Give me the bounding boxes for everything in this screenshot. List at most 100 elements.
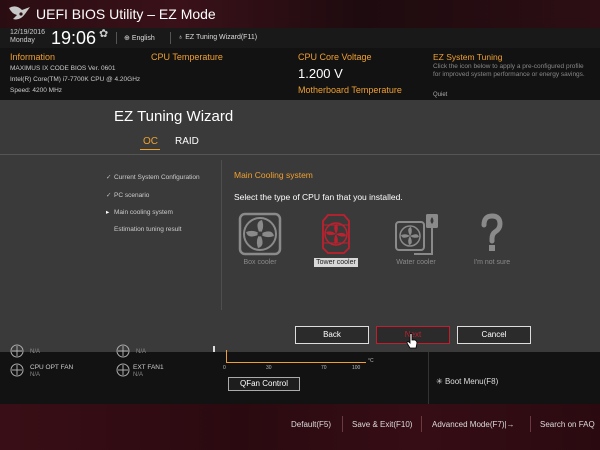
water-cooler-icon bbox=[395, 214, 438, 255]
sparkle-icon: ✳ bbox=[436, 377, 443, 386]
ext-fan1: EXT FAN1 N/A bbox=[133, 364, 164, 378]
information-text: MAXIMUS IX CODE BIOS Ver. 0601 Intel(R) … bbox=[10, 63, 140, 96]
option-label: Tower cooler bbox=[300, 258, 372, 267]
na-text: N/A bbox=[136, 349, 147, 355]
na-text: N/A bbox=[30, 372, 41, 378]
tab-oc-underline bbox=[140, 149, 160, 150]
ez-system-tuning-title: EZ System Tuning bbox=[433, 52, 503, 62]
fan-icon bbox=[10, 363, 24, 377]
step-main-cooling-system: ▸ Main cooling system bbox=[106, 208, 173, 216]
option-text: Box cooler bbox=[243, 259, 277, 266]
date-text: 12/19/2016 bbox=[10, 29, 46, 36]
fan-icon bbox=[116, 363, 130, 377]
axis-tick: 100 bbox=[352, 365, 361, 371]
default-button[interactable]: Default(F5) bbox=[291, 420, 331, 429]
speed-line: Speed: 4200 MHz bbox=[10, 87, 63, 94]
box-cooler-icon bbox=[238, 212, 282, 256]
tab-raid[interactable]: RAID bbox=[175, 136, 199, 147]
fan-status-top-2: N/A bbox=[114, 348, 146, 355]
cpu-temp-title: CPU Temperature bbox=[151, 52, 223, 62]
ext-fan1-label: EXT FAN1 bbox=[133, 364, 164, 371]
tower-cooler-icon bbox=[322, 214, 350, 254]
section-title: Main Cooling system bbox=[234, 170, 313, 180]
fan-graph-marker bbox=[213, 346, 215, 352]
ez-tuning-wizard-button[interactable]: ♁ EZ Tuning Wizard(F11) bbox=[178, 34, 257, 41]
rog-logo-icon bbox=[9, 6, 30, 20]
step-label: Estimation tuning result bbox=[114, 226, 182, 233]
cancel-button[interactable]: Cancel bbox=[457, 326, 531, 344]
app-title: UEFI BIOS Utility – EZ Mode bbox=[36, 6, 216, 22]
day-text: Monday bbox=[10, 37, 35, 44]
step-label: PC scenario bbox=[114, 192, 150, 199]
option-water-cooler[interactable]: Water cooler bbox=[390, 212, 442, 270]
panel-divider bbox=[428, 352, 429, 404]
mb-temp-title: Motherboard Temperature bbox=[298, 85, 402, 95]
qfan-control-button[interactable]: QFan Control bbox=[228, 377, 300, 391]
cpu-voltage-title: CPU Core Voltage bbox=[298, 52, 372, 62]
axis-tick: 0 bbox=[223, 365, 226, 371]
fan-panel: N/A N/A CPU OPT FAN N/A EXT FAN1 N/A 0 3… bbox=[0, 344, 600, 404]
footer-divider bbox=[530, 416, 531, 432]
na-text: N/A bbox=[133, 372, 144, 378]
option-text: Tower cooler bbox=[314, 258, 358, 267]
option-tower-cooler[interactable]: Tower cooler bbox=[310, 212, 362, 270]
board-line: MAXIMUS IX CODE BIOS Ver. 0601 bbox=[10, 65, 116, 72]
question-icon bbox=[481, 213, 503, 251]
fan-graph-axis-y bbox=[226, 350, 227, 362]
axis-tick: 30 bbox=[266, 365, 272, 371]
boot-menu-label: Boot Menu(F8) bbox=[444, 377, 499, 386]
option-not-sure[interactable]: I'm not sure bbox=[466, 212, 518, 270]
check-icon: ✓ bbox=[106, 174, 112, 181]
na-text: N/A bbox=[30, 349, 41, 355]
step-pc-scenario: ✓ PC scenario bbox=[106, 191, 149, 199]
option-text: I'm not sure bbox=[473, 259, 511, 266]
back-button[interactable]: Back bbox=[295, 326, 369, 344]
step-label: Current System Configuration bbox=[114, 174, 200, 181]
axis-unit: °C bbox=[368, 358, 374, 364]
save-exit-button[interactable]: Save & Exit(F10) bbox=[352, 420, 412, 429]
header-divider bbox=[170, 32, 171, 44]
advanced-mode-button[interactable]: Advanced Mode(F7)|→ bbox=[432, 420, 515, 429]
system-info-row: Information MAXIMUS IX CODE BIOS Ver. 06… bbox=[0, 48, 600, 100]
option-label: Box cooler bbox=[224, 259, 296, 266]
boot-menu-button[interactable]: ✳ Boot Menu(F8) bbox=[436, 377, 498, 386]
footer-divider bbox=[421, 416, 422, 432]
option-text: Water cooler bbox=[396, 259, 436, 266]
cpu-voltage-value: 1.200 V bbox=[298, 66, 343, 81]
wizard-divider bbox=[0, 154, 600, 155]
globe-icon: ⊕ bbox=[124, 35, 130, 42]
fan-status-top-1: N/A bbox=[8, 348, 40, 355]
hand-cursor-icon bbox=[406, 333, 418, 349]
cpu-line: Intel(R) Core(TM) i7-7700K CPU @ 4.20GHz bbox=[10, 76, 141, 83]
language-label: English bbox=[131, 35, 155, 42]
fan-graph-axis-x bbox=[226, 362, 366, 363]
search-faq-button[interactable]: Search on FAQ bbox=[540, 420, 595, 429]
current-step-icon: ▸ bbox=[106, 209, 110, 216]
section-question: Select the type of CPU fan that you inst… bbox=[234, 192, 403, 202]
check-icon: ✓ bbox=[106, 192, 112, 199]
wizard-title: EZ Tuning Wizard bbox=[114, 108, 234, 125]
information-title: Information bbox=[10, 52, 56, 62]
ez-system-tuning-desc: Click the icon below to apply a pre-conf… bbox=[433, 63, 585, 78]
wizard-label: EZ Tuning Wizard(F11) bbox=[185, 34, 258, 41]
ez-mode-label: Quiet bbox=[433, 92, 448, 98]
cpu-opt-fan-label: CPU OPT FAN bbox=[30, 364, 74, 371]
date-display: 12/19/2016 Monday bbox=[10, 29, 45, 45]
option-label: I'm not sure bbox=[456, 259, 528, 266]
language-selector[interactable]: ⊕ English bbox=[124, 34, 155, 42]
steps-divider bbox=[221, 160, 222, 310]
gear-icon[interactable]: ✿ bbox=[99, 27, 108, 40]
header-bar: 12/19/2016 Monday 19:06 ✿ ⊕ English ♁ EZ… bbox=[0, 28, 600, 48]
option-box-cooler[interactable]: Box cooler bbox=[234, 212, 286, 270]
title-bar: UEFI BIOS Utility – EZ Mode bbox=[0, 0, 600, 28]
header-divider bbox=[116, 32, 117, 44]
footer-bar: Default(F5) Save & Exit(F10) Advanced Mo… bbox=[0, 404, 600, 450]
clock-display: 19:06 bbox=[51, 28, 97, 48]
cpu-opt-fan: CPU OPT FAN N/A bbox=[30, 364, 73, 378]
option-label: Water cooler bbox=[380, 259, 452, 266]
bulb-icon: ♁ bbox=[178, 34, 184, 41]
step-estimation-result: Estimation tuning result bbox=[106, 226, 182, 233]
tab-oc[interactable]: OC bbox=[143, 136, 158, 147]
ez-tuning-wizard-dialog: EZ Tuning Wizard OC RAID ✓ Current System… bbox=[0, 100, 600, 352]
footer-divider bbox=[342, 416, 343, 432]
